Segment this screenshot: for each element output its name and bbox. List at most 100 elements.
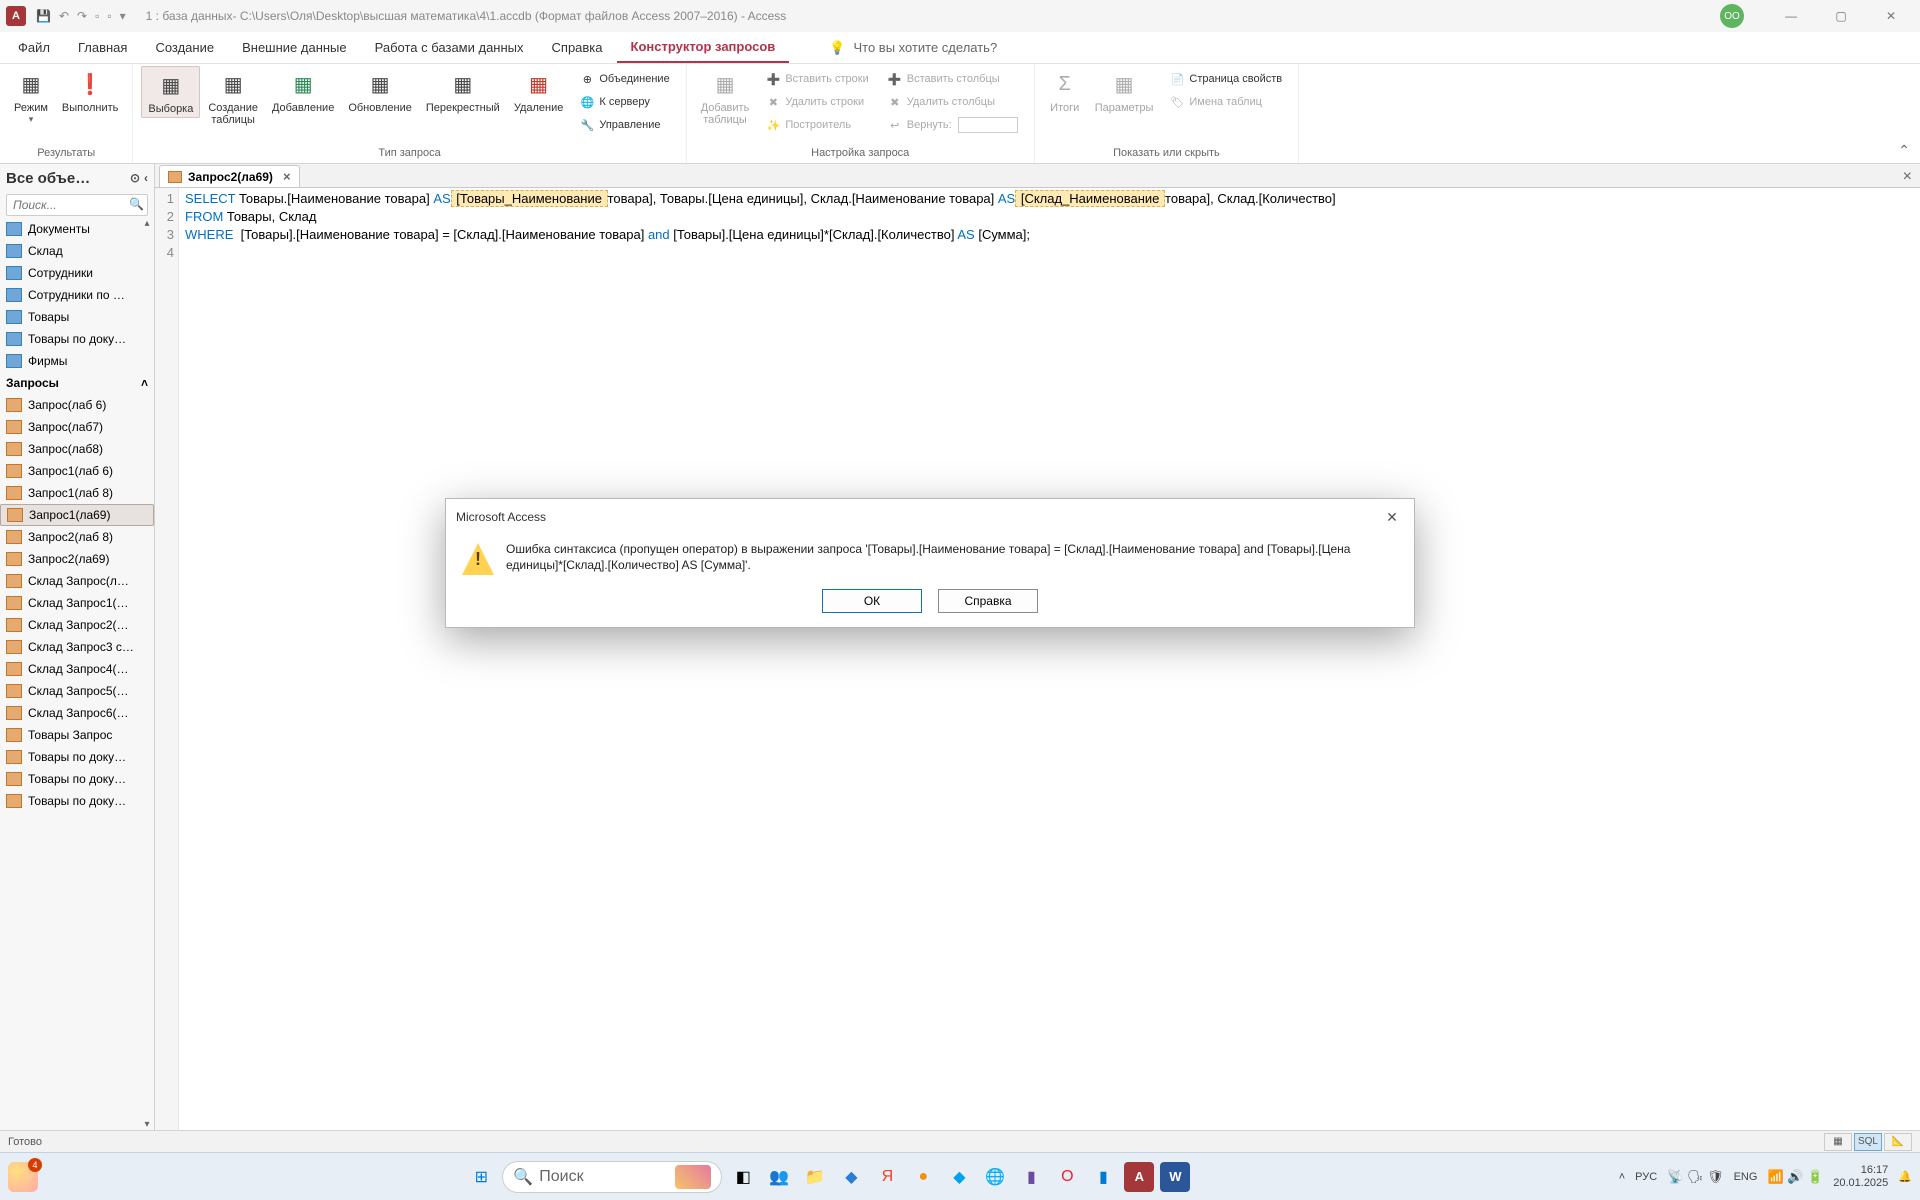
minimize-button[interactable]: ― bbox=[1768, 1, 1814, 31]
nav-query-item[interactable]: Товары Запрос bbox=[0, 724, 154, 746]
nav-query-item[interactable]: Запрос2(ла69) bbox=[0, 548, 154, 570]
nav-query-item[interactable]: Товары по доку… bbox=[0, 768, 154, 790]
nav-query-item[interactable]: Склад Запрос4(… bbox=[0, 658, 154, 680]
undo-icon[interactable]: ↶ bbox=[59, 9, 69, 23]
union-button[interactable]: ⊕Объединение bbox=[575, 68, 673, 90]
nav-query-item[interactable]: Склад Запрос5(… bbox=[0, 680, 154, 702]
tab-external-data[interactable]: Внешние данные bbox=[228, 33, 361, 63]
nav-query-item[interactable]: Склад Запрос1(… bbox=[0, 592, 154, 614]
nav-query-item[interactable]: Запрос1(ла69) bbox=[0, 504, 154, 526]
tab-home[interactable]: Главная bbox=[64, 33, 141, 63]
crosstab-button[interactable]: ▦Перекрестный bbox=[420, 66, 506, 116]
property-sheet-button[interactable]: 📄Страница свойств bbox=[1165, 68, 1286, 90]
run-button[interactable]: ❗Выполнить bbox=[56, 66, 124, 116]
nav-query-item[interactable]: Запрос(лаб7) bbox=[0, 416, 154, 438]
tab-close-button[interactable]: × bbox=[283, 169, 291, 184]
nav-query-item[interactable]: Запрос(лаб 6) bbox=[0, 394, 154, 416]
tell-me-search[interactable]: 💡 Что вы хотите сделать? bbox=[829, 40, 997, 56]
clock[interactable]: 16:17 20.01.2025 bbox=[1833, 1164, 1888, 1190]
dialog-close-button[interactable]: ✕ bbox=[1380, 509, 1404, 526]
qat-item-icon[interactable]: ▫ bbox=[95, 9, 99, 23]
yandex-icon[interactable]: Я bbox=[872, 1162, 902, 1192]
taskbar-search[interactable]: 🔍Поиск bbox=[502, 1161, 722, 1193]
help-button[interactable]: Справка bbox=[938, 589, 1038, 613]
nav-object-list[interactable]: ▴ ▾ ДокументыСкладСотрудникиСотрудники по… bbox=[0, 218, 154, 1130]
sql-text[interactable]: SELECT Товары.[Наименование товара] AS [… bbox=[179, 188, 1342, 1130]
nav-table-item[interactable]: Склад bbox=[0, 240, 154, 262]
scroll-down-icon[interactable]: ▾ bbox=[144, 1119, 149, 1130]
select-query-button[interactable]: ▦Выборка bbox=[141, 66, 200, 118]
delete-query-button[interactable]: ▦Удаление bbox=[508, 66, 570, 116]
nav-query-item[interactable]: Товары по доку… bbox=[0, 746, 154, 768]
nav-table-item[interactable]: Фирмы bbox=[0, 350, 154, 372]
nav-query-item[interactable]: Запрос2(лаб 8) bbox=[0, 526, 154, 548]
data-definition-button[interactable]: 🔧Управление bbox=[575, 114, 673, 136]
qat-dropdown-icon[interactable]: ▾ bbox=[120, 9, 126, 23]
design-view-button[interactable]: 📐 bbox=[1884, 1133, 1912, 1151]
account-badge[interactable]: OO bbox=[1720, 4, 1744, 28]
nav-query-item[interactable]: Склад Запрос(л… bbox=[0, 570, 154, 592]
passthrough-button[interactable]: 🌐К серверу bbox=[575, 91, 673, 113]
nav-table-item[interactable]: Товары по доку… bbox=[0, 328, 154, 350]
save-icon[interactable]: 💾 bbox=[36, 9, 51, 23]
tab-query-design[interactable]: Конструктор запросов bbox=[617, 33, 790, 63]
nav-query-item[interactable]: Склад Запрос3 с… bbox=[0, 636, 154, 658]
document-tab[interactable]: Запрос2(ла69) × bbox=[159, 165, 300, 187]
nav-header[interactable]: Все объе… ⊙ ‹ bbox=[0, 164, 154, 192]
nav-group-queries[interactable]: Запросы˄ bbox=[0, 372, 154, 394]
close-button[interactable]: ✕ bbox=[1868, 1, 1914, 31]
access-icon[interactable]: A bbox=[1124, 1162, 1154, 1192]
language-indicator[interactable]: ENG bbox=[1734, 1171, 1758, 1183]
system-tray-2[interactable]: 📶 🔊 🔋 bbox=[1767, 1169, 1823, 1185]
qat-item-icon[interactable]: ▫ bbox=[107, 9, 111, 23]
tab-file[interactable]: Файл bbox=[4, 33, 64, 63]
app-icon[interactable]: ◆ bbox=[836, 1162, 866, 1192]
weather-widget[interactable]: 4 bbox=[8, 1162, 38, 1192]
chevron-down-icon[interactable]: ⊙ bbox=[130, 171, 140, 185]
collapse-ribbon-button[interactable]: ⌃ bbox=[1898, 142, 1910, 159]
nav-query-item[interactable]: Запрос1(лаб 8) bbox=[0, 482, 154, 504]
tab-create[interactable]: Создание bbox=[141, 33, 228, 63]
make-table-button[interactable]: ▦Создание таблицы bbox=[202, 66, 264, 128]
nav-search[interactable]: 🔍 bbox=[6, 194, 148, 216]
nav-search-input[interactable] bbox=[6, 194, 148, 216]
append-query-button[interactable]: ▦Добавление bbox=[266, 66, 340, 116]
chrome-icon[interactable]: 🌐 bbox=[980, 1162, 1010, 1192]
start-button[interactable]: ⊞ bbox=[466, 1162, 496, 1192]
pane-close-button[interactable]: × bbox=[1903, 168, 1912, 186]
view-button[interactable]: ▦Режим▾ bbox=[8, 66, 54, 127]
nav-table-item[interactable]: Документы bbox=[0, 218, 154, 240]
word-icon[interactable]: W bbox=[1160, 1162, 1190, 1192]
system-tray[interactable]: 📡 🗣 🛡 bbox=[1667, 1169, 1723, 1185]
ok-button[interactable]: ОК bbox=[822, 589, 922, 613]
datasheet-view-button[interactable]: ▦ bbox=[1824, 1133, 1852, 1151]
nav-query-item[interactable]: Запрос(лаб8) bbox=[0, 438, 154, 460]
teams-icon[interactable]: 👥 bbox=[764, 1162, 794, 1192]
notifications-icon[interactable]: 🔔 bbox=[1898, 1170, 1912, 1183]
nav-query-item[interactable]: Запрос1(лаб 6) bbox=[0, 460, 154, 482]
sql-view-button[interactable]: SQL bbox=[1854, 1133, 1882, 1151]
nav-table-item[interactable]: Сотрудники по … bbox=[0, 284, 154, 306]
language-indicator[interactable]: РУС bbox=[1635, 1171, 1657, 1183]
sql-editor[interactable]: 1234 SELECT Товары.[Наименование товара]… bbox=[155, 188, 1920, 1130]
app-icon[interactable]: ● bbox=[908, 1162, 938, 1192]
explorer-icon[interactable]: 📁 bbox=[800, 1162, 830, 1192]
task-view-icon[interactable]: ◧ bbox=[728, 1162, 758, 1192]
nav-query-item[interactable]: Склад Запрос2(… bbox=[0, 614, 154, 636]
tray-chevron-icon[interactable]: ˄ bbox=[1619, 1171, 1625, 1183]
shutter-close-icon[interactable]: ‹ bbox=[144, 171, 148, 185]
app-icon[interactable]: ▮ bbox=[1088, 1162, 1118, 1192]
nav-table-item[interactable]: Сотрудники bbox=[0, 262, 154, 284]
tab-help[interactable]: Справка bbox=[538, 33, 617, 63]
app-icon[interactable]: ▮ bbox=[1016, 1162, 1046, 1192]
tab-database-tools[interactable]: Работа с базами данных bbox=[361, 33, 538, 63]
nav-query-item[interactable]: Склад Запрос6(… bbox=[0, 702, 154, 724]
app-icon[interactable]: ◆ bbox=[944, 1162, 974, 1192]
update-query-button[interactable]: ▦Обновление bbox=[342, 66, 418, 116]
maximize-button[interactable]: ▢ bbox=[1818, 1, 1864, 31]
redo-icon[interactable]: ↷ bbox=[77, 9, 87, 23]
scroll-up-icon[interactable]: ▴ bbox=[144, 218, 149, 229]
nav-query-item[interactable]: Товары по доку… bbox=[0, 790, 154, 812]
opera-icon[interactable]: O bbox=[1052, 1162, 1082, 1192]
nav-table-item[interactable]: Товары bbox=[0, 306, 154, 328]
